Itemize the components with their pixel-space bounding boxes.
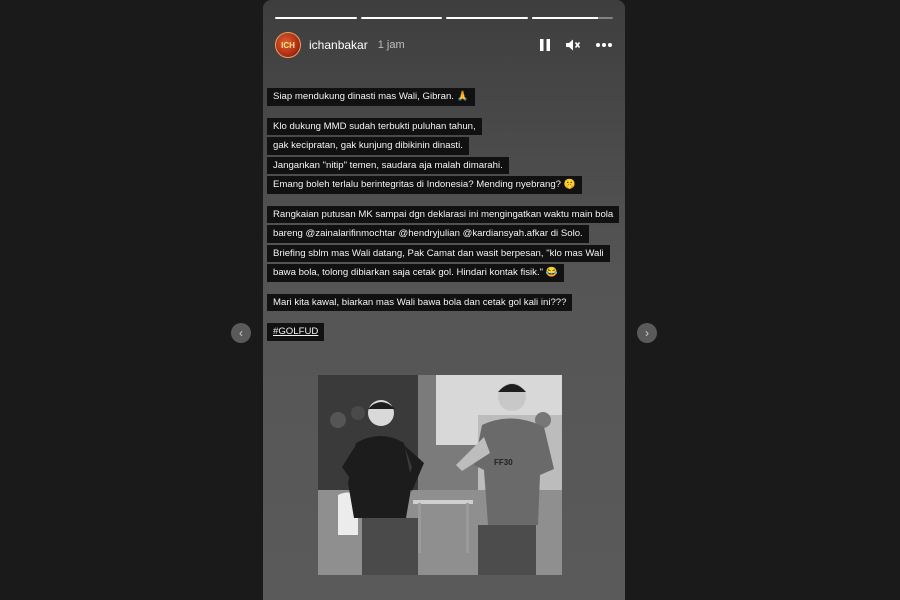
post-time: 1 jam	[377, 39, 405, 51]
chevron-left-icon: ‹	[239, 326, 243, 340]
caption-line-mentions[interactable]: bareng @zainalarifinmochtar @hendryjulia…	[267, 225, 589, 243]
previous-story-button[interactable]: ‹	[231, 323, 251, 343]
pause-icon	[540, 39, 550, 51]
more-options-button[interactable]	[595, 42, 613, 48]
avatar-text: ICH	[281, 40, 295, 50]
progress-segment	[275, 17, 357, 19]
chevron-right-icon: ›	[645, 326, 649, 340]
progress-segment	[446, 17, 528, 19]
caption-line: Siap mendukung dinasti mas Wali, Gibran.…	[267, 88, 475, 106]
caption-line: Klo dukung MMD sudah terbukti puluhan ta…	[267, 117, 482, 135]
username-link[interactable]: ichanbakar	[309, 38, 368, 52]
photo-illustration: FF30	[318, 375, 562, 575]
avatar[interactable]: ICH	[275, 32, 301, 58]
hashtag-link[interactable]: #GOLFUD	[267, 323, 325, 341]
shirt-print: FF30	[494, 458, 513, 467]
caption-line: Briefing sblm mas Wali datang, Pak Camat…	[267, 244, 610, 262]
pause-button[interactable]	[539, 38, 551, 52]
more-horizontal-icon	[596, 43, 612, 47]
caption-line: Rangkaian putusan MK sampai dgn deklaras…	[267, 205, 620, 223]
caption-line: Jangankan "nitip" temen, saudara aja mal…	[267, 156, 509, 174]
story-controls	[539, 38, 613, 52]
caption-line: gak kecipratan, gak kunjung dibikinin di…	[267, 137, 469, 155]
caption-block: Mari kita kawal, biarkan mas Wali bawa b…	[267, 292, 621, 311]
story-header: ICH ichanbakar 1 jam	[275, 30, 613, 60]
story-viewer: ICH ichanbakar 1 jam Siap mendukung dina…	[263, 0, 625, 600]
caption-block: #GOLFUD	[267, 321, 621, 341]
caption-line: bawa bola, tolong dibiarkan saja cetak g…	[267, 264, 564, 282]
caption-block: Rangkaian putusan MK sampai dgn deklaras…	[267, 204, 621, 282]
caption-line: Mari kita kawal, biarkan mas Wali bawa b…	[267, 293, 573, 311]
speaker-muted-icon	[566, 39, 581, 51]
mute-button[interactable]	[565, 38, 581, 52]
caption-block: Klo dukung MMD sudah terbukti puluhan ta…	[267, 116, 621, 194]
next-story-button[interactable]: ›	[637, 323, 657, 343]
caption-block: Siap mendukung dinasti mas Wali, Gibran.…	[267, 86, 621, 106]
story-caption: Siap mendukung dinasti mas Wali, Gibran.…	[267, 86, 621, 351]
caption-line: Emang boleh terlalu berintegritas di Ind…	[267, 176, 582, 194]
progress-segment	[360, 17, 442, 19]
story-photo: FF30	[318, 375, 562, 575]
story-progress-bars	[275, 17, 613, 19]
progress-segment	[531, 17, 613, 19]
